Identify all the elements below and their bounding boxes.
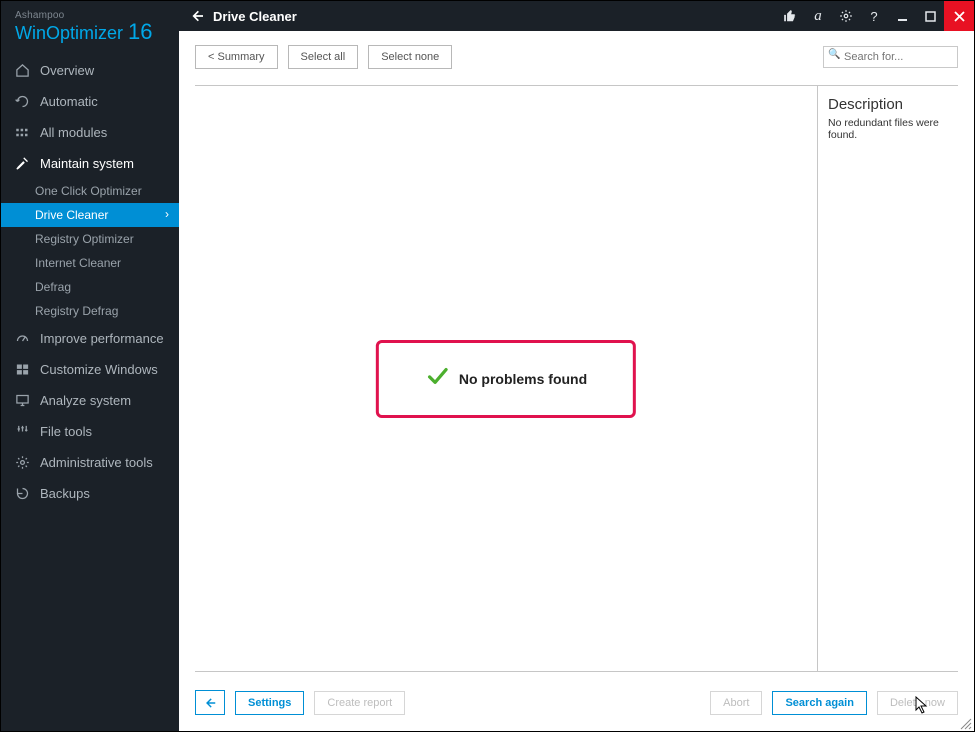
settings-button[interactable]: Settings [235,691,304,715]
description-text: No redundant files were found. [828,117,952,141]
grid-icon [15,125,30,140]
logo-block: Ashampoo WinOptimizer 16 [1,1,179,55]
search-again-button[interactable]: Search again [772,691,866,715]
select-none-button[interactable]: Select none [368,45,452,69]
sidebar-item-label: Backups [40,486,90,501]
sidebar-item-label: Automatic [40,94,98,109]
sidebar-item-file-tools[interactable]: File tools [1,416,179,447]
toolbar: < Summary Select all Select none [179,31,974,71]
sidebar-item-administrative-tools[interactable]: Administrative tools [1,447,179,478]
thumbs-up-icon[interactable] [776,1,804,31]
search-input[interactable] [823,46,958,68]
sidebar-item-all-modules[interactable]: All modules [1,117,179,148]
refresh-icon [15,94,30,109]
sidebar-item-label: Improve performance [40,331,164,346]
gear-icon [15,455,30,470]
sidebar-item-label: File tools [40,424,92,439]
select-all-button[interactable]: Select all [288,45,359,69]
help-icon[interactable]: ? [860,1,888,31]
back-button[interactable] [189,8,205,24]
sidebar-item-overview[interactable]: Overview [1,55,179,86]
sidebar-item-analyze-system[interactable]: Analyze system [1,385,179,416]
sidebar-sub-registry-defrag[interactable]: Registry Defrag [1,299,179,323]
ashampoo-icon[interactable]: a [804,1,832,31]
sidebar-item-label: Customize Windows [40,362,158,377]
search-box [823,46,958,68]
backup-icon [15,486,30,501]
sidebar-sub-registry-optimizer[interactable]: Registry Optimizer [1,227,179,251]
sidebar-item-customize-windows[interactable]: Customize Windows [1,354,179,385]
sidebar-item-backups[interactable]: Backups [1,478,179,509]
create-report-button: Create report [314,691,405,715]
main-area: Drive Cleaner a ? < Summary Select all S… [179,1,974,731]
description-title: Description [828,96,952,113]
sidebar-item-automatic[interactable]: Automatic [1,86,179,117]
delete-now-button: Delete now [877,691,958,715]
titlebar: Drive Cleaner a ? [179,1,974,31]
close-button[interactable] [944,1,974,31]
tools-icon [15,424,30,439]
footer: Settings Create report Abort Search agai… [195,671,958,721]
minimize-button[interactable] [888,1,916,31]
brand-product: WinOptimizer 16 [15,19,165,45]
checkmark-icon [425,365,451,393]
product-name: WinOptimizer [15,23,123,43]
result-message-text: No problems found [459,371,587,387]
sidebar-sub-one-click-optimizer[interactable]: One Click Optimizer [1,179,179,203]
windows-icon [15,362,30,377]
results-panel: No problems found [195,86,818,671]
result-message-box: No problems found [376,340,636,418]
sidebar: Ashampoo WinOptimizer 16 Overview Automa… [1,1,179,731]
resize-grip[interactable] [960,717,972,729]
home-icon [15,63,30,78]
summary-button[interactable]: < Summary [195,45,278,69]
product-version: 16 [128,19,152,44]
maximize-button[interactable] [916,1,944,31]
sidebar-item-label: Analyze system [40,393,131,408]
page-title: Drive Cleaner [213,9,297,24]
sidebar-item-label: Maintain system [40,156,134,171]
nav: Overview Automatic All modules Maintain … [1,55,179,731]
sidebar-item-label: Administrative tools [40,455,153,470]
content: No problems found Description No redunda… [195,85,958,671]
gauge-icon [15,331,30,346]
sidebar-item-maintain-system[interactable]: Maintain system [1,148,179,179]
sidebar-item-label: All modules [40,125,107,140]
sidebar-sub-internet-cleaner[interactable]: Internet Cleaner [1,251,179,275]
sidebar-sub-defrag[interactable]: Defrag [1,275,179,299]
sidebar-item-label: Overview [40,63,94,78]
sidebar-item-improve-performance[interactable]: Improve performance [1,323,179,354]
description-panel: Description No redundant files were foun… [818,86,958,671]
app-window: Ashampoo WinOptimizer 16 Overview Automa… [0,0,975,732]
broom-icon [15,156,30,171]
abort-button: Abort [710,691,762,715]
back-arrow-button[interactable] [195,690,225,715]
monitor-icon [15,393,30,408]
settings-icon[interactable] [832,1,860,31]
sidebar-sub-drive-cleaner[interactable]: Drive Cleaner [1,203,179,227]
